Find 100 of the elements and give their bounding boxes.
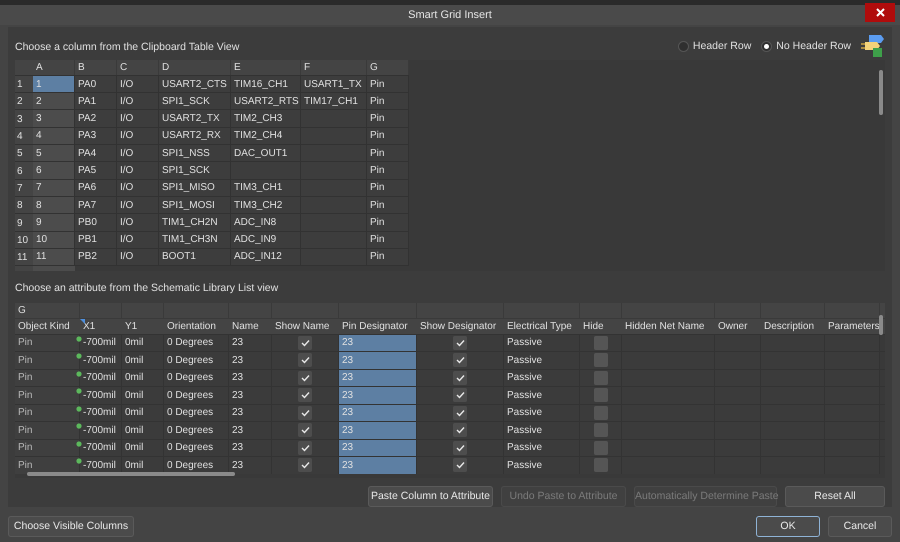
checkbox[interactable] — [453, 440, 467, 455]
table-cell: 0mil — [122, 440, 164, 456]
checkbox[interactable] — [594, 440, 608, 455]
table-cell: I/O — [117, 145, 159, 162]
table-cell: 0mil — [122, 422, 164, 439]
dialog-button[interactable]: Paste Column to Attribute — [368, 486, 493, 507]
table-cell: Pin — [367, 162, 409, 179]
table-cell: USART2_TX — [159, 110, 231, 127]
column-header[interactable]: A — [33, 60, 75, 75]
table-cell: 2 — [33, 93, 75, 110]
checkbox[interactable] — [298, 440, 312, 455]
table-cell: I/O — [117, 248, 159, 266]
row-number: 7 — [15, 180, 33, 196]
table-cell: -700mil — [80, 334, 122, 352]
app-logo-icon — [861, 34, 885, 58]
table-cell: Pin — [367, 180, 409, 196]
checkbox[interactable] — [298, 458, 312, 472]
checkbox[interactable] — [453, 388, 467, 402]
table-cell: Pin — [367, 145, 409, 162]
table-cell: USART2_CTS — [159, 76, 231, 92]
scrollbar[interactable] — [879, 314, 883, 335]
table-cell: 0 Degrees — [164, 440, 229, 456]
pin-icon — [76, 440, 82, 447]
pin-icon — [76, 423, 82, 430]
table-cell: -700mil — [80, 352, 122, 369]
table-cell: 0mil — [122, 404, 164, 422]
horizontal-scrollbar[interactable] — [27, 472, 235, 476]
table-cell: 0 Degrees — [164, 387, 229, 404]
checkbox[interactable] — [298, 353, 312, 368]
checkbox[interactable] — [594, 423, 608, 438]
table-cell: TIM2_CH3 — [231, 110, 301, 127]
radio-option[interactable]: Header Row — [678, 38, 752, 54]
table-cell: I/O — [117, 214, 159, 231]
checkbox[interactable] — [453, 336, 467, 350]
checkbox[interactable] — [594, 388, 608, 402]
checkbox[interactable] — [298, 388, 312, 402]
checkbox[interactable] — [298, 370, 312, 385]
table-cell: Pin — [367, 248, 409, 266]
window-title: Smart Grid Insert — [408, 8, 492, 23]
table-cell: -700mil — [80, 422, 122, 439]
table-cell: Pin — [15, 422, 80, 439]
table-cell: ADC_IN8 — [231, 214, 301, 231]
table-cell: 1 — [33, 76, 75, 92]
checkbox[interactable] — [298, 406, 312, 420]
radio-button[interactable] — [761, 40, 772, 52]
table-cell: 0mil — [122, 370, 164, 386]
checkbox[interactable] — [594, 406, 608, 420]
dialog-button[interactable]: Reset All — [785, 486, 885, 507]
row-number: 2 — [15, 93, 33, 110]
table-cell: 23 — [339, 457, 417, 474]
table-cell: SPI1_MOSI — [159, 196, 231, 214]
table-cell: 0mil — [122, 352, 164, 369]
checkbox[interactable] — [298, 423, 312, 438]
table-cell: TIM1_CH3N — [159, 232, 231, 248]
radio-button[interactable] — [678, 40, 689, 52]
table-cell: SPI1_SCK — [159, 162, 231, 179]
checkbox[interactable] — [298, 336, 312, 350]
checkbox[interactable] — [453, 406, 467, 420]
table-cell: SPI1_SCK — [159, 93, 231, 110]
table-cell: PA1 — [75, 93, 117, 110]
checkbox[interactable] — [453, 370, 467, 385]
dialog-button[interactable]: Choose Visible Columns — [8, 516, 134, 537]
table-cell: 23 — [339, 370, 417, 386]
scrollbar[interactable] — [879, 70, 883, 115]
table-cell: I/O — [117, 128, 159, 144]
table-cell: 0 Degrees — [164, 334, 229, 352]
table-cell: BOOT1 — [159, 248, 231, 266]
table-cell: -700mil — [80, 387, 122, 404]
table-cell: 23 — [339, 352, 417, 369]
section-label: Choose a column from the Clipboard Table View — [15, 40, 240, 55]
table-cell: I/O — [117, 162, 159, 179]
table-cell: -700mil — [80, 370, 122, 386]
checkbox[interactable] — [594, 370, 608, 385]
checkbox[interactable] — [594, 353, 608, 368]
checkbox[interactable] — [453, 458, 467, 472]
table-cell: Pin — [367, 214, 409, 231]
checkbox[interactable] — [453, 353, 467, 368]
table-cell: Pin — [367, 93, 409, 110]
table-cell: TIM17_CH1 — [301, 93, 367, 110]
row-number: 4 — [15, 128, 33, 144]
table-cell: 11 — [33, 248, 75, 266]
table-cell: Pin — [15, 334, 80, 352]
close-button[interactable] — [865, 3, 895, 22]
pin-icon — [76, 458, 82, 464]
table-cell: Pin — [367, 232, 409, 248]
table-cell: Pin — [15, 387, 80, 404]
checkbox[interactable] — [453, 423, 467, 438]
table-cell: 0mil — [122, 387, 164, 404]
dialog-button[interactable]: Cancel — [828, 516, 892, 537]
radio-option[interactable]: No Header Row — [761, 38, 851, 54]
table-cell: PA2 — [75, 110, 117, 127]
dialog-button[interactable]: OK — [756, 516, 820, 537]
row-number: 5 — [15, 145, 33, 162]
table-cell: 23 — [339, 422, 417, 439]
table-cell: PA5 — [75, 162, 117, 179]
row-number: 9 — [15, 214, 33, 231]
checkbox[interactable] — [594, 336, 608, 350]
checkbox[interactable] — [594, 458, 608, 472]
table-cell: 23 — [339, 440, 417, 456]
table-cell: 0 Degrees — [164, 352, 229, 369]
